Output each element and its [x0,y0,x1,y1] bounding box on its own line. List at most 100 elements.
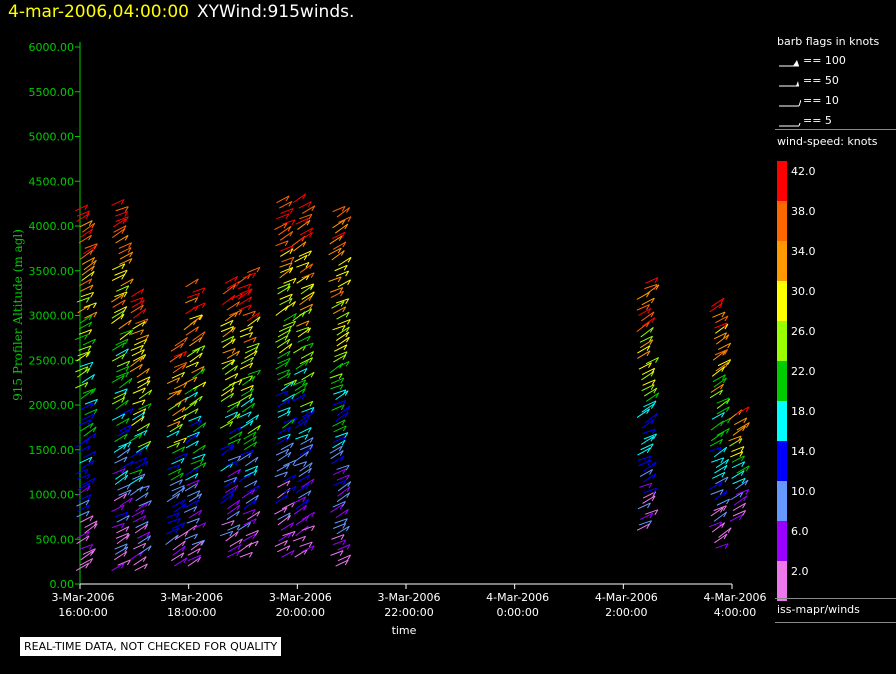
wind-barb [709,302,723,313]
colorbar-label: 10.0 [791,485,816,498]
x-tick-time: 4:00:00 [714,606,756,619]
wind-barb [710,506,724,517]
x-tick-time: 0:00:00 [496,606,538,619]
y-axis-label: 915 Profiler Altitude (m agl) [11,229,25,401]
wind-barb [224,365,238,375]
wind-barb [636,321,650,333]
wind-barb [274,494,289,504]
wind-profile-chart: 0.00 500.00 1000.00 1500.00 2000.00 2500.00 30… [11,41,767,637]
y-tick-label: 3000.00 [29,310,75,323]
wind-barb [732,425,746,436]
wind-barb [336,492,350,503]
wind-barb [133,556,147,566]
wind-barb [293,504,307,515]
x-tick-date: 4-Mar-2006 [486,591,549,604]
y-tick-label: 1000.00 [29,489,75,502]
wind-barb [636,408,650,418]
legend-divider [775,598,896,599]
x-tick-date: 3-Mar-2006 [378,591,441,604]
barb-legend-100-label: == 100 [803,54,846,67]
wind-barb [247,316,261,327]
wind-barb [135,492,149,502]
barb-legend-10-label: == 10 [803,94,839,107]
wind-barb [295,525,309,537]
colorbar-label: 34.0 [791,245,816,258]
wind-barb [192,368,206,379]
wind-barb [77,367,91,378]
colorbar-label: 22.0 [791,365,816,378]
wind-barb [168,401,182,411]
colorbar-swatch [777,441,787,481]
wind-barb [183,524,197,535]
wind-barb [83,259,97,271]
x-axis-label: time [392,624,417,637]
wind-barb [640,326,654,338]
y-tick-label: 6000.00 [29,41,75,54]
y-tick-label: 3500.00 [29,265,75,278]
x-tick-date: 4-Mar-2006 [595,591,658,604]
y-tick-label: 5000.00 [29,131,75,144]
barb-legend-100: == 100 [775,52,896,72]
wind-barb [277,514,291,526]
colorbar-swatch [777,281,787,321]
y-tick-label: 4500.00 [29,175,75,188]
colorbar-swatch [777,361,787,401]
wind-barb [238,542,253,553]
wind-barb [711,522,725,533]
wind-barb [296,274,310,284]
colorbar-swatch [777,561,787,601]
wind-barb [117,448,131,459]
wind-barb [186,347,201,358]
barb-legend-50: == 50 [775,72,896,92]
wind-barb [80,389,94,400]
wind-barb [119,497,133,507]
colorbar-label: 42.0 [791,165,816,178]
wind-barb [84,523,98,534]
x-tick-time: 18:00:00 [167,606,216,619]
x-tick-date: 3-Mar-2006 [160,591,223,604]
wind-barb [713,377,727,388]
colorbar-label: 30.0 [791,285,816,298]
wind-barb [711,297,725,307]
barb-flag-5-icon [779,122,801,127]
wind-barb [192,444,206,454]
wind-barb [169,352,183,363]
wind-barb [172,406,186,417]
x-tick-date: 3-Mar-2006 [269,591,332,604]
wind-barb [245,456,259,467]
wind-barb [712,350,726,361]
colorbar-label: 6.0 [791,525,809,538]
wind-barb [138,389,153,400]
x-axis: 3-Mar-2006 16:00:00 3-Mar-2006 18:00:00 3-Ma… [52,583,767,619]
colorbar-swatch [777,161,787,201]
x-tick-date: 4-Mar-2006 [704,591,767,604]
barb-legend-50-label: == 50 [803,74,839,87]
wind-barb [111,313,125,324]
wind-barb [226,510,240,520]
y-tick-label: 2500.00 [29,354,75,367]
barb-legend-title: barb flags in knots [777,35,880,48]
wind-barb [79,314,93,324]
wind-barb [329,362,343,374]
colorbar-title: wind-speed: knots [777,135,878,148]
x-tick-time: 20:00:00 [276,606,325,619]
colorbar-swatch [777,401,787,441]
legend-panel: barb flags in knots == 100 == 50 == 10 =… [775,30,896,630]
barb-flag-10-icon [779,99,801,107]
wind-barb [711,366,726,377]
y-axis: 0.00 500.00 1000.00 1500.00 2000.00 2500.00 30… [29,41,81,591]
barb-legend-10: == 10 [775,92,896,112]
wind-barb [165,534,179,546]
wind-barb [222,284,237,295]
colorbar-swatch [777,241,787,281]
wind-barbs [74,193,750,572]
wind-barb [335,390,349,401]
wind-barb [114,551,128,561]
wind-barb [297,219,311,230]
colorbar-label: 18.0 [791,405,816,418]
wind-barb [136,367,150,378]
wind-barb [77,485,91,496]
wind-barb [729,409,743,420]
wind-barb [716,334,730,345]
y-tick-label: 2000.00 [29,399,75,412]
